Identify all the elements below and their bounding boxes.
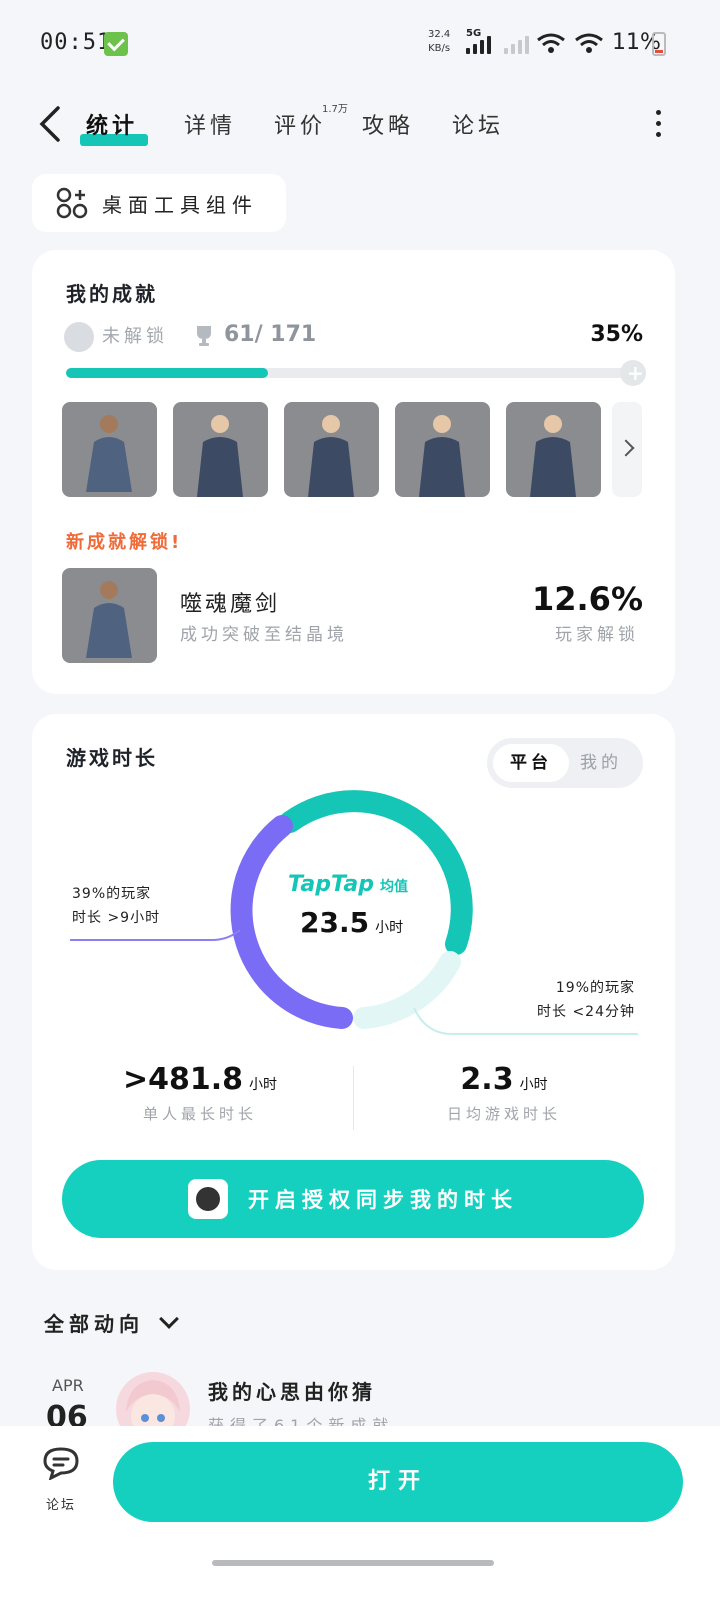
cultivator-figure-icon	[86, 581, 132, 658]
daily-play-time-unit: 小时	[519, 1077, 548, 1093]
donut-light-arc	[353, 951, 461, 1029]
trophy-icon	[197, 326, 211, 346]
tab-guides[interactable]: 攻略	[362, 108, 414, 140]
achievement-thumb[interactable]	[62, 402, 157, 497]
back-arrow-icon[interactable]	[36, 106, 64, 142]
avg-play-time-unit: 小时	[375, 920, 404, 936]
new-achievement-title: 新成就解锁!	[66, 532, 183, 553]
left-callout-line2: 时长 >9小时	[72, 910, 161, 926]
forum-button[interactable]: 论坛	[36, 1446, 86, 1513]
platform-mine-toggle: 平台 我的	[487, 738, 643, 788]
daily-play-time-value: 2.3	[460, 1062, 514, 1097]
desktop-widget-button[interactable]: 桌面工具组件	[32, 174, 286, 232]
left-callout-line	[70, 929, 241, 941]
avg-play-time-value: 23.5	[300, 906, 370, 939]
achievements-title: 我的成就	[66, 282, 158, 306]
home-indicator[interactable]	[212, 1560, 494, 1566]
cultivator-figure-icon	[197, 415, 243, 497]
locked-label: 未解锁	[102, 326, 168, 347]
left-callout: 39%的玩家 时长 >9小时	[72, 882, 160, 930]
unlock-rate-label: 玩家解锁	[555, 625, 639, 645]
battery-icon	[652, 32, 666, 56]
sync-button-label: 开启授权同步我的时长	[248, 1188, 518, 1212]
taptap-logo-text: TapTap	[288, 872, 374, 897]
left-callout-line1: 39%的玩家	[72, 886, 152, 902]
tab-reviews[interactable]: 评价	[274, 108, 326, 140]
daily-play-time-stat: 2.3 小时 日均游戏时长	[354, 1062, 654, 1124]
daily-play-time-label: 日均游戏时长	[446, 1105, 561, 1123]
right-callout-line1: 19%的玩家	[555, 980, 635, 996]
tab-stats[interactable]: 统计	[86, 108, 138, 140]
bottom-bar: 论坛 打开	[0, 1426, 720, 1600]
locked-badge-icon	[64, 322, 94, 352]
cultivator-figure-icon	[86, 415, 132, 492]
achievement-thumbnails	[62, 402, 601, 497]
max-play-time-label: 单人最长时长	[142, 1105, 257, 1123]
net-speed: 32.4 KB/s	[428, 28, 450, 56]
reviews-count-badge: 1.7万	[322, 104, 348, 115]
play-time-card: 游戏时长 平台 我的 TapTap 均值 23.5 小时 39%的玩家 时长 >9小…	[32, 714, 675, 1270]
achievement-progress-bar	[66, 360, 646, 386]
cultivator-figure-icon	[419, 415, 465, 497]
feed-month: APR	[52, 1376, 84, 1395]
new-achievement-thumb[interactable]	[62, 568, 157, 663]
header: 统计 详情 评价 1.7万 攻略 论坛	[0, 90, 720, 160]
max-play-time-stat: >481.8 小时 单人最长时长	[50, 1062, 350, 1124]
right-callout: 19%的玩家 时长 <24分钟	[537, 976, 635, 1024]
brand-avg-label: 均值	[379, 879, 408, 895]
new-achievement-unlock-rate: 12.6%	[531, 580, 643, 618]
achievement-thumb[interactable]	[395, 402, 490, 497]
check-notification-icon	[104, 32, 128, 56]
feed-user-name[interactable]: 我的心思由你猜	[208, 1376, 376, 1405]
widget-grid-icon	[56, 187, 88, 219]
right-callout-line2: 时长 <24分钟	[537, 1004, 635, 1020]
cultivator-figure-icon	[308, 415, 354, 497]
game-app-icon	[188, 1179, 228, 1219]
chevron-down-icon	[159, 1308, 179, 1329]
wifi-icon-secondary	[575, 33, 603, 53]
net-speed-unit: KB/s	[428, 43, 451, 54]
wifi-icon	[537, 33, 565, 53]
signal-icon	[466, 34, 491, 54]
max-play-time-value: >481.8	[122, 1062, 244, 1097]
all-activity-dropdown[interactable]: 全部动向	[44, 1308, 179, 1337]
achievement-thumb[interactable]	[173, 402, 268, 497]
achievement-count: 61/ 171	[224, 322, 317, 347]
new-achievement-name: 噬魂魔剑	[180, 592, 281, 617]
all-activity-label: 全部动向	[44, 1312, 144, 1336]
net-speed-value: 32.4	[428, 29, 451, 40]
avg-play-time: 23.5 小时	[300, 906, 403, 939]
taptap-brand: TapTap 均值	[288, 872, 408, 897]
achievement-thumb[interactable]	[284, 402, 379, 497]
toggle-platform[interactable]: 平台	[493, 744, 569, 782]
forum-label: 论坛	[45, 1498, 76, 1513]
achievement-percent: 35%	[590, 322, 643, 347]
new-achievement-desc: 成功突破至结晶境	[180, 625, 348, 645]
play-time-title: 游戏时长	[66, 746, 158, 770]
achievements-card: 我的成就 未解锁 61/ 171 35% 新成就解锁! 噬魂魔剑 成功突破至结晶…	[32, 250, 675, 694]
status-bar: 00:51 32.4 KB/s 5G 11%	[0, 0, 720, 90]
chat-bubble-icon	[43, 1447, 79, 1481]
progress-end-icon	[620, 360, 646, 386]
thumbnails-next-button[interactable]	[612, 402, 642, 497]
sync-play-time-button[interactable]: 开启授权同步我的时长	[62, 1160, 644, 1238]
cultivator-figure-icon	[530, 415, 576, 497]
achievement-progress-fill	[66, 368, 268, 378]
widget-button-label: 桌面工具组件	[102, 192, 258, 217]
achievement-thumb[interactable]	[506, 402, 601, 497]
tab-forum[interactable]: 论坛	[452, 108, 504, 140]
toggle-mine[interactable]: 我的	[563, 744, 639, 782]
open-game-button[interactable]: 打开	[113, 1442, 683, 1522]
tab-details[interactable]: 详情	[184, 108, 236, 140]
signal-icon-secondary	[504, 34, 529, 54]
more-options-icon[interactable]	[652, 110, 664, 140]
max-play-time-unit: 小时	[249, 1077, 278, 1093]
status-time: 00:51	[40, 30, 112, 55]
